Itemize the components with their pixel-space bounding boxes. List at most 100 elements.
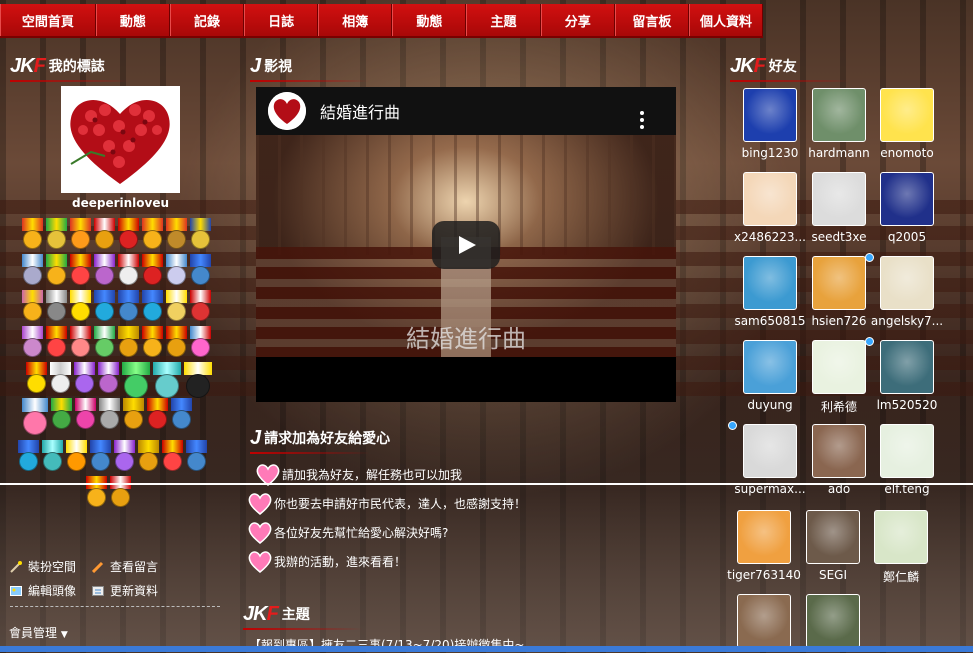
- medal-icon[interactable]: [94, 218, 115, 249]
- nav-activity-2[interactable]: 動態: [392, 4, 467, 36]
- friend-avatar[interactable]: [812, 340, 866, 394]
- friend-item[interactable]: 鄭仁麟: [863, 510, 939, 585]
- medal-icon[interactable]: [42, 440, 63, 471]
- friend-item[interactable]: elf.teng: [869, 424, 945, 496]
- view-messages-link[interactable]: 查看留言: [91, 558, 158, 575]
- friend-item[interactable]: [795, 594, 871, 648]
- list-item[interactable]: 各位好友先幫忙給愛心解決好嗎?: [247, 518, 667, 547]
- medal-icon[interactable]: [99, 398, 120, 429]
- medal-icon[interactable]: [22, 398, 48, 435]
- medal-icon[interactable]: [142, 254, 163, 285]
- friend-item[interactable]: angelsky7...: [865, 253, 945, 328]
- nav-activity[interactable]: 動態: [95, 4, 170, 36]
- medal-icon[interactable]: [190, 326, 211, 357]
- list-item[interactable]: 我辦的活動，進來看看！: [247, 547, 667, 576]
- friend-item[interactable]: ado: [801, 424, 877, 496]
- medal-icon[interactable]: [98, 362, 119, 393]
- medal-icon[interactable]: [166, 218, 187, 249]
- medal-icon[interactable]: [70, 218, 91, 249]
- friend-item[interactable]: lm520520: [865, 337, 945, 412]
- friend-avatar[interactable]: [874, 510, 928, 564]
- friend-avatar[interactable]: [812, 88, 866, 142]
- medal-icon[interactable]: [142, 218, 163, 249]
- medal-icon[interactable]: [118, 254, 139, 285]
- medal-icon[interactable]: [118, 290, 139, 321]
- medal-icon[interactable]: [18, 440, 39, 471]
- medal-icon[interactable]: [166, 254, 187, 285]
- medal-icon[interactable]: [138, 440, 159, 471]
- friend-avatar[interactable]: [880, 424, 934, 478]
- edit-avatar-link[interactable]: 編輯頭像: [10, 582, 76, 599]
- friend-item[interactable]: x2486223...: [732, 172, 808, 244]
- friend-avatar[interactable]: [806, 594, 860, 648]
- medal-icon[interactable]: [94, 290, 115, 321]
- friend-item[interactable]: hsien726: [801, 256, 877, 328]
- medal-icon[interactable]: [122, 362, 150, 398]
- friend-item[interactable]: duyung: [732, 340, 808, 412]
- medal-icon[interactable]: [51, 398, 72, 429]
- nav-profile[interactable]: 個人資料: [688, 4, 764, 36]
- medal-icon[interactable]: [90, 440, 111, 471]
- friend-avatar[interactable]: [806, 510, 860, 564]
- friend-avatar[interactable]: [880, 340, 934, 394]
- friend-avatar[interactable]: [743, 88, 797, 142]
- play-button[interactable]: [432, 221, 500, 269]
- medal-icon[interactable]: [22, 290, 43, 321]
- medal-icon[interactable]: [74, 362, 95, 393]
- friend-avatar[interactable]: [743, 172, 797, 226]
- medal-icon[interactable]: [66, 440, 87, 471]
- nav-blog[interactable]: 日誌: [244, 4, 319, 36]
- friend-avatar[interactable]: [737, 594, 791, 648]
- nav-guestbook[interactable]: 留言板: [614, 4, 689, 36]
- medal-icon[interactable]: [50, 362, 71, 393]
- medal-icon[interactable]: [94, 326, 115, 357]
- medal-icon[interactable]: [190, 218, 211, 249]
- friend-item[interactable]: tiger763140: [726, 510, 802, 582]
- more-options-icon[interactable]: [640, 111, 644, 132]
- medal-icon[interactable]: [142, 290, 163, 321]
- friend-item[interactable]: supermax...: [728, 421, 808, 496]
- avatar[interactable]: [61, 86, 180, 193]
- medal-icon[interactable]: [166, 290, 187, 321]
- friend-item[interactable]: seedt3xe: [801, 172, 877, 244]
- nav-album[interactable]: 相簿: [318, 4, 393, 36]
- medal-icon[interactable]: [70, 326, 91, 357]
- medal-icon[interactable]: [46, 290, 67, 321]
- medal-icon[interactable]: [147, 398, 168, 429]
- medal-icon[interactable]: [22, 254, 43, 285]
- friend-item[interactable]: SEGI: [795, 510, 871, 582]
- update-profile-link[interactable]: 更新資料: [92, 582, 158, 599]
- nav-records[interactable]: 記錄: [169, 4, 245, 36]
- medal-icon[interactable]: [186, 440, 207, 471]
- medal-icon[interactable]: [86, 476, 107, 507]
- medal-icon[interactable]: [142, 326, 163, 357]
- medal-icon[interactable]: [46, 326, 67, 357]
- video-player[interactable]: 結婚進行曲 結婚進行曲: [256, 87, 676, 402]
- friend-item[interactable]: sam650815: [732, 256, 808, 328]
- medal-icon[interactable]: [46, 218, 67, 249]
- medal-icon[interactable]: [153, 362, 181, 398]
- friend-avatar[interactable]: [812, 256, 866, 310]
- channel-avatar[interactable]: [268, 92, 306, 130]
- friend-avatar[interactable]: [743, 256, 797, 310]
- medal-icon[interactable]: [114, 440, 135, 471]
- medal-icon[interactable]: [118, 218, 139, 249]
- friend-avatar[interactable]: [743, 424, 797, 478]
- medal-icon[interactable]: [190, 254, 211, 285]
- friend-avatar[interactable]: [880, 172, 934, 226]
- list-item[interactable]: 你也要去申請好市民代表，達人，也感謝支持！: [247, 489, 667, 518]
- medal-icon[interactable]: [70, 290, 91, 321]
- medal-icon[interactable]: [166, 326, 187, 357]
- friend-avatar[interactable]: [880, 88, 934, 142]
- medal-icon[interactable]: [22, 218, 43, 249]
- medal-icon[interactable]: [162, 440, 183, 471]
- nav-home[interactable]: 空間首頁: [0, 4, 96, 36]
- medal-icon[interactable]: [94, 254, 115, 285]
- horizontal-scrollbar[interactable]: [0, 646, 973, 652]
- medal-icon[interactable]: [70, 254, 91, 285]
- friend-avatar[interactable]: [743, 340, 797, 394]
- medal-icon[interactable]: [190, 290, 211, 321]
- medal-icon[interactable]: [75, 398, 96, 429]
- medal-icon[interactable]: [26, 362, 47, 393]
- medal-icon[interactable]: [123, 398, 144, 429]
